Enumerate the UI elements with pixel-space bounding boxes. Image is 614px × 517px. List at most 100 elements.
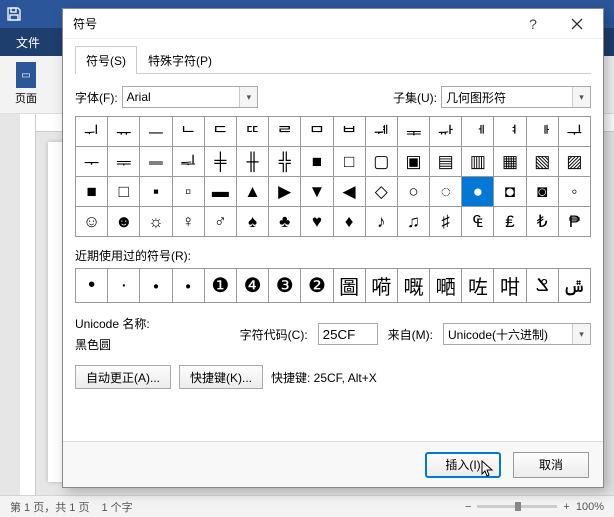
symbol-cell[interactable]: ♂ [205, 207, 237, 237]
symbol-cell[interactable]: ▪ [140, 177, 172, 207]
symbol-cell[interactable]: ◌ [430, 177, 462, 207]
symbol-cell[interactable]: ♦ [334, 207, 366, 237]
zoom-in-icon[interactable]: + [563, 501, 569, 513]
recent-symbol-cell[interactable]: 咗 [462, 269, 494, 303]
page-button[interactable]: ▭ 页面 [10, 62, 42, 106]
symbol-cell[interactable]: ▨ [559, 147, 591, 177]
symbol-cell[interactable]: ◙ [527, 177, 559, 207]
symbol-cell[interactable]: ᅦ [462, 117, 494, 147]
recent-symbol-cell[interactable]: ・ [140, 269, 172, 303]
recent-symbol-cell[interactable]: ❷ [301, 269, 333, 303]
recent-symbol-cell[interactable]: ❹ [237, 269, 269, 303]
symbol-cell[interactable]: ☺ [76, 207, 108, 237]
subset-select[interactable]: 几何图形符 ▾ [441, 86, 591, 108]
symbol-cell[interactable]: ╬ [269, 147, 301, 177]
symbol-cell[interactable]: ▣ [398, 147, 430, 177]
cancel-button[interactable]: 取消 [513, 452, 589, 478]
recent-symbol-cell[interactable]: ݏ [527, 269, 559, 303]
symbol-cell[interactable]: ▫ [173, 177, 205, 207]
symbol-cell[interactable]: ᄇ [334, 117, 366, 147]
recent-symbol-cell[interactable]: ❶ [205, 269, 237, 303]
symbol-cell[interactable]: ♠ [237, 207, 269, 237]
symbol-cell[interactable]: ᆍ [398, 117, 430, 147]
symbol-cell[interactable]: ♥ [301, 207, 333, 237]
symbol-cell[interactable]: ╪ [205, 147, 237, 177]
font-select[interactable]: Arial ▾ [122, 86, 259, 108]
symbol-cell[interactable]: ᆘ [527, 117, 559, 147]
recent-symbol-cell[interactable]: • [76, 269, 108, 303]
symbol-cell[interactable]: ■ [76, 177, 108, 207]
symbol-cell[interactable]: ▢ [366, 147, 398, 177]
symbol-cell[interactable]: ᅮ [76, 147, 108, 177]
char-code-input[interactable] [318, 323, 378, 345]
recent-symbol-cell[interactable]: ❸ [269, 269, 301, 303]
recent-symbol-cell[interactable]: 嗬 [366, 269, 398, 303]
zoom-slider[interactable] [477, 505, 557, 508]
help-button[interactable]: ? [511, 10, 555, 38]
symbol-cell[interactable]: ᆎ [430, 117, 462, 147]
zoom-value[interactable]: 100% [576, 501, 604, 513]
symbol-cell[interactable]: ₤ [494, 207, 526, 237]
symbol-cell[interactable]: ♯ [430, 207, 462, 237]
ruler-vertical[interactable] [20, 114, 36, 495]
symbol-cell[interactable]: ▤ [430, 147, 462, 177]
symbol-cell[interactable]: ▬ [205, 177, 237, 207]
symbol-cell[interactable]: ᅱ [76, 117, 108, 147]
recent-symbol-cell[interactable]: 嘅 [398, 269, 430, 303]
symbol-cell[interactable]: ♫ [398, 207, 430, 237]
symbol-cell[interactable]: ♣ [269, 207, 301, 237]
status-words[interactable]: 1 个字 [101, 499, 132, 515]
symbol-cell[interactable]: ᆌ [366, 117, 398, 147]
symbol-cell[interactable]: ▲ [237, 177, 269, 207]
recent-symbol-cell[interactable]: 咁 [494, 269, 526, 303]
tab-symbols[interactable]: 符号(S) [75, 46, 137, 74]
recent-symbol-cell[interactable]: 圖 [334, 269, 366, 303]
symbol-cell[interactable]: ♪ [366, 207, 398, 237]
symbol-cell[interactable]: □ [108, 177, 140, 207]
recent-symbol-cell[interactable]: · [108, 269, 140, 303]
symbol-cell[interactable]: ᄃ [205, 117, 237, 147]
symbol-cell[interactable]: ᆕ [108, 147, 140, 177]
dialog-titlebar[interactable]: 符号 ? [63, 9, 603, 39]
autocorrect-button[interactable]: 自动更正(A)... [75, 365, 171, 389]
symbol-cell[interactable]: ᄂ [173, 117, 205, 147]
symbol-cell[interactable]: ▥ [462, 147, 494, 177]
shortcut-key-button[interactable]: 快捷键(K)... [179, 365, 263, 389]
symbol-cell[interactable]: ᄄ [237, 117, 269, 147]
symbol-cell[interactable]: ◀ [334, 177, 366, 207]
symbol-cell[interactable]: □ [334, 147, 366, 177]
symbol-cell[interactable]: ◇ [366, 177, 398, 207]
symbol-cell[interactable]: ₱ [559, 207, 591, 237]
symbol-cell[interactable]: ᄅ [269, 117, 301, 147]
symbol-cell[interactable]: ᆗ [173, 147, 205, 177]
symbol-cell[interactable]: ■ [301, 147, 333, 177]
close-button[interactable] [555, 10, 599, 38]
zoom-out-icon[interactable]: − [465, 501, 471, 513]
symbol-cell[interactable]: ᅧ [494, 117, 526, 147]
symbol-cell[interactable]: ᅲ [108, 117, 140, 147]
symbol-cell[interactable]: ▧ [527, 147, 559, 177]
recent-symbol-cell[interactable]: ・ [173, 269, 205, 303]
symbol-cell[interactable]: ╫ [237, 147, 269, 177]
symbol-cell[interactable]: ▦ [494, 147, 526, 177]
file-tab[interactable]: 文件 [0, 28, 56, 56]
symbol-cell[interactable]: ₠ [462, 207, 494, 237]
recent-symbol-cell[interactable]: ݜ [559, 269, 591, 303]
symbol-cell[interactable]: ᆖ [140, 147, 172, 177]
symbol-cell[interactable]: ᅳ [140, 117, 172, 147]
symbol-cell[interactable]: ᆛ [559, 117, 591, 147]
symbol-cell[interactable]: ◦ [559, 177, 591, 207]
symbol-cell[interactable]: ᄆ [301, 117, 333, 147]
symbol-cell[interactable]: ● [462, 177, 494, 207]
symbol-cell[interactable]: ◘ [494, 177, 526, 207]
symbol-cell[interactable]: ○ [398, 177, 430, 207]
symbol-cell[interactable]: ▶ [269, 177, 301, 207]
symbol-cell[interactable]: ₺ [527, 207, 559, 237]
symbol-cell[interactable]: ☼ [140, 207, 172, 237]
recent-symbol-cell[interactable]: 嗮 [430, 269, 462, 303]
symbol-cell[interactable]: ♀ [173, 207, 205, 237]
tab-special-chars[interactable]: 特殊字符(P) [137, 46, 223, 74]
symbol-cell[interactable]: ☻ [108, 207, 140, 237]
save-icon[interactable] [0, 0, 28, 28]
status-page[interactable]: 第 1 页，共 1 页 [10, 499, 89, 515]
